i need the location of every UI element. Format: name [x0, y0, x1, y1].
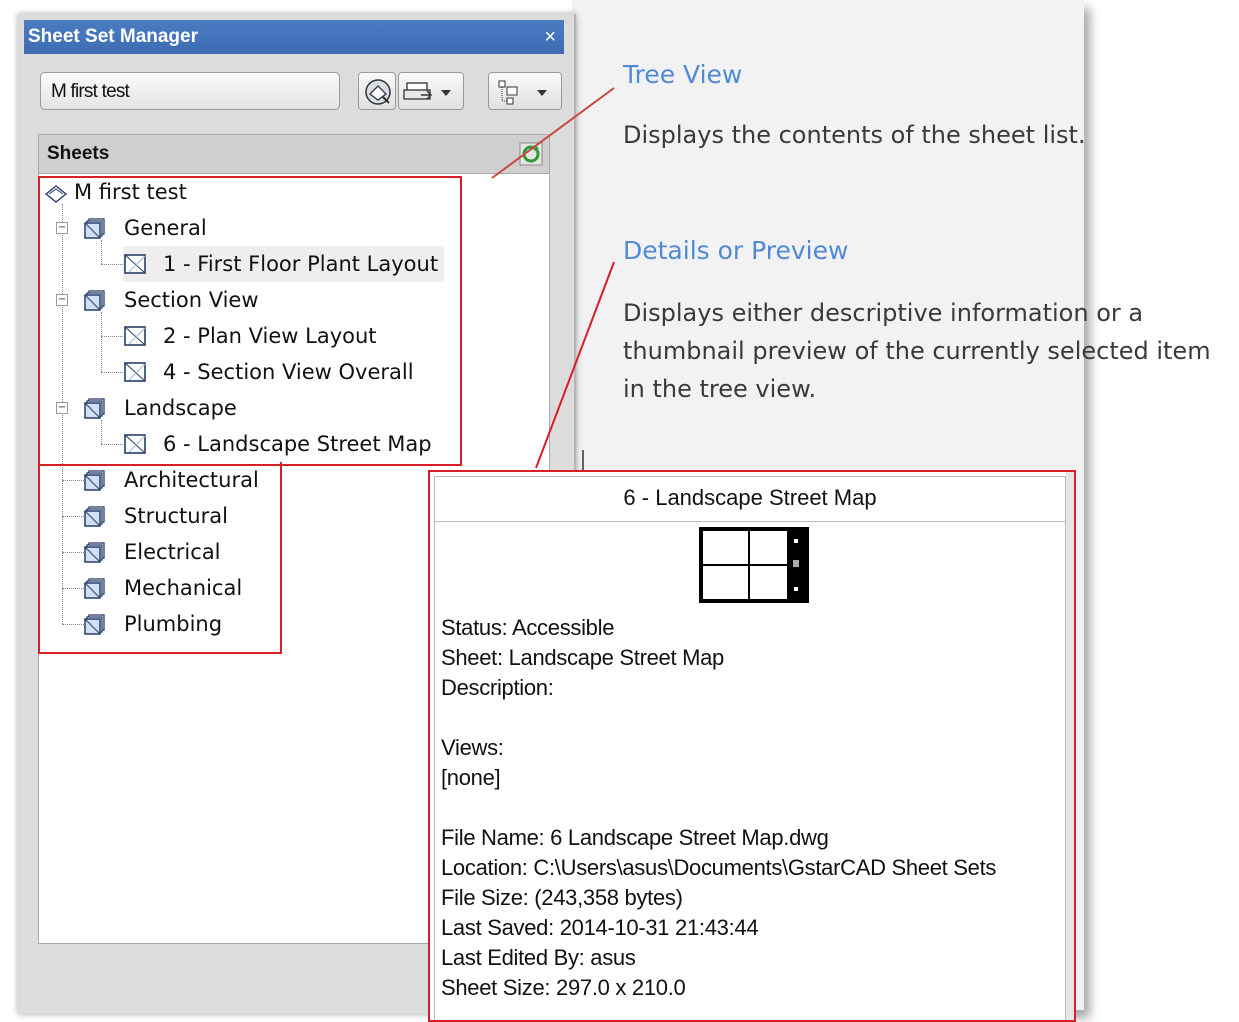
details-annotation-text: Displays either descriptive information …: [623, 294, 1211, 408]
sheet-size-text: Sheet Size: 297.0 x 210.0: [441, 975, 686, 1000]
details-scrollbar[interactable]: [1066, 472, 1074, 1020]
views-label: Views:: [441, 735, 504, 760]
file-size-text: File Size: (243,358 bytes): [441, 885, 683, 910]
views-value: [none]: [441, 765, 501, 790]
tree-view-annotation-text: Displays the contents of the sheet list.: [623, 121, 1086, 149]
details-annotation-title: Details or Preview: [623, 236, 849, 265]
location-text: Location: C:\Users\asus\Documents\GstarC…: [441, 855, 997, 880]
details-annotation-line: thumbnail preview of the currently selec…: [623, 337, 1211, 365]
details-panel: 6 - Landscape Street Map Status: Accessi…: [428, 470, 1076, 1022]
sheet-thumbnail: [699, 527, 809, 603]
details-title: 6 - Landscape Street Map: [435, 477, 1065, 522]
details-content: 6 - Landscape Street Map Status: Accessi…: [434, 476, 1066, 1020]
details-callout-line: [535, 261, 615, 469]
description-text: Description:: [441, 675, 554, 700]
file-name-text: File Name: 6 Landscape Street Map.dwg: [441, 825, 829, 850]
tree-view-annotation-title: Tree View: [623, 60, 743, 89]
last-edited-text: Last Edited By: asus: [441, 945, 636, 970]
last-saved-text: Last Saved: 2014-10-31 21:43:44: [441, 915, 759, 940]
details-annotation-line: in the tree view.: [623, 375, 817, 403]
tree-view-callout-line: [491, 87, 615, 179]
details-annotation-line: Displays either descriptive information …: [623, 299, 1144, 327]
status-text: Status: Accessible: [441, 615, 615, 640]
sheet-text: Sheet: Landscape Street Map: [441, 645, 724, 670]
